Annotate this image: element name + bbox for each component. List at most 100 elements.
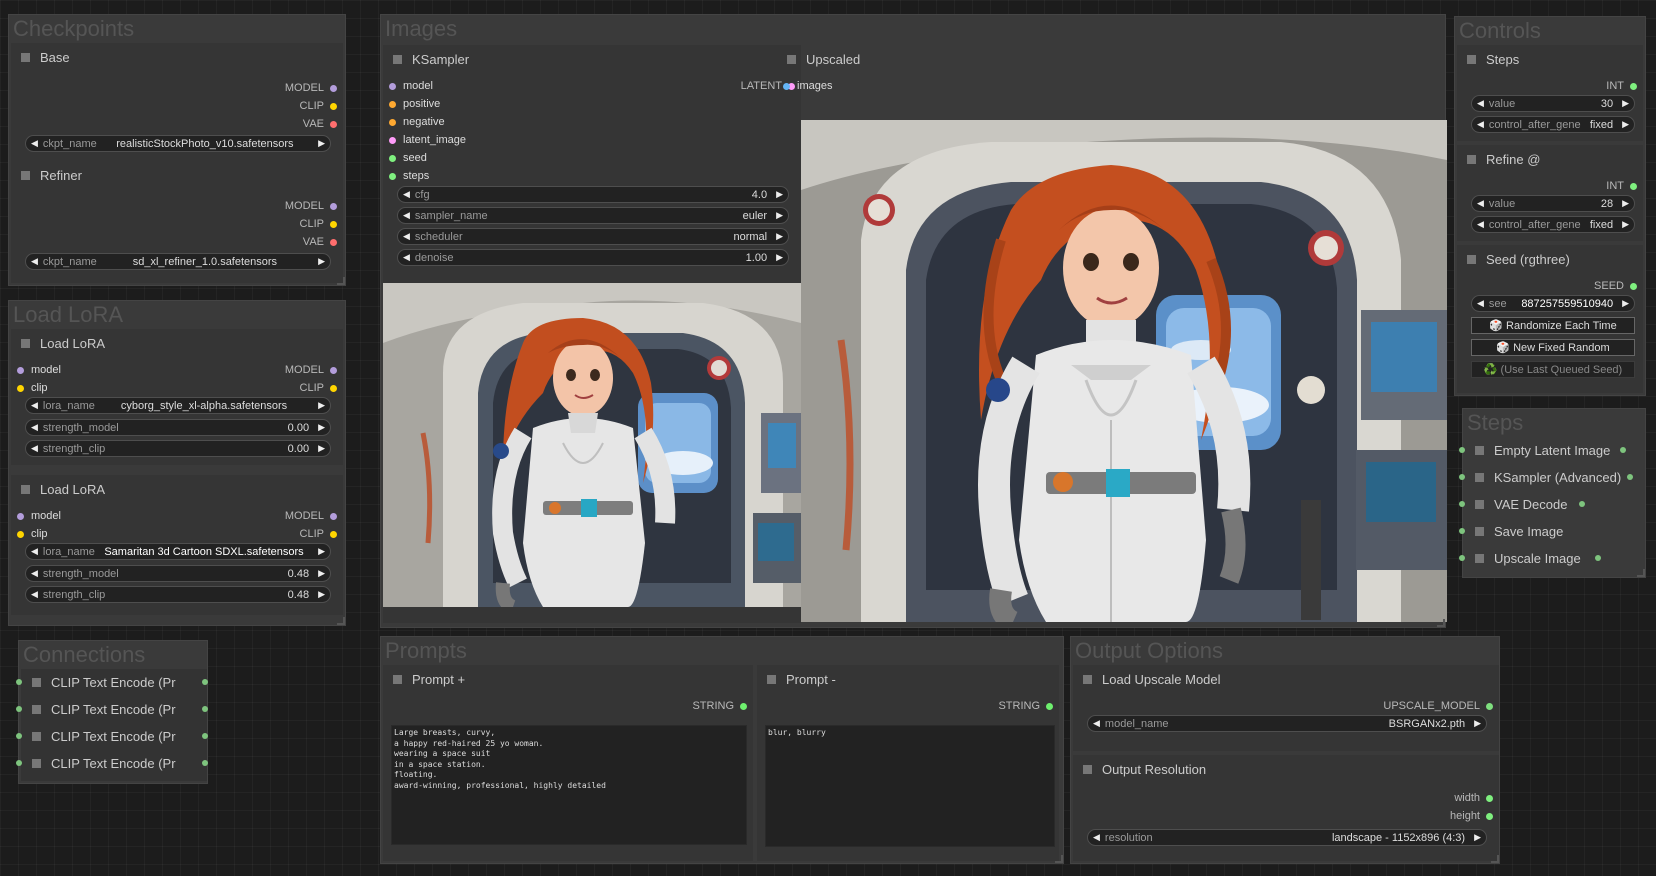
input-slot-dot[interactable] bbox=[17, 384, 24, 392]
ksampler-node[interactable]: KSampler model LATENT positive negative … bbox=[383, 45, 801, 623]
output-slot-dot[interactable] bbox=[330, 120, 337, 128]
output-slot-dot[interactable] bbox=[330, 102, 337, 110]
input-slot-dot[interactable] bbox=[1459, 474, 1465, 480]
group-resize-handle[interactable] bbox=[1055, 855, 1063, 863]
refine-value-number[interactable]: ◀ value 28 ▶ bbox=[1471, 195, 1635, 212]
seed-number[interactable]: ◀ see 887257559510940 ▶ bbox=[1471, 295, 1635, 312]
output-int[interactable]: INT bbox=[1457, 177, 1643, 195]
arrow-left-icon[interactable]: ◀ bbox=[1472, 119, 1489, 130]
input-slot-dot[interactable] bbox=[389, 136, 396, 144]
strength-model-number[interactable]: ◀ strength_model 0.00 ▶ bbox=[25, 419, 331, 436]
node-title[interactable]: Base bbox=[11, 43, 343, 71]
collapsed-node-clip-text-encode[interactable]: CLIP Text Encode (Pr bbox=[16, 750, 208, 776]
arrow-left-icon[interactable]: ◀ bbox=[1472, 298, 1489, 309]
arrow-right-icon[interactable]: ▶ bbox=[1617, 219, 1634, 230]
collapse-toggle[interactable] bbox=[32, 677, 41, 687]
input-slot-dot[interactable] bbox=[16, 760, 22, 766]
arrow-right-icon[interactable]: ▶ bbox=[313, 546, 330, 557]
output-slot-dot[interactable] bbox=[330, 238, 337, 246]
input-slot-dot[interactable] bbox=[1459, 501, 1465, 507]
arrow-left-icon[interactable]: ◀ bbox=[26, 568, 43, 579]
load-lora-node[interactable]: Load LoRA model MODEL clip CLIP ◀ lora_na… bbox=[11, 475, 343, 615]
arrow-left-icon[interactable]: ◀ bbox=[26, 400, 43, 411]
collapsed-node-upscale-image[interactable]: Upscale Image bbox=[1459, 545, 1645, 571]
arrow-right-icon[interactable]: ▶ bbox=[1617, 198, 1634, 209]
group-resize-handle[interactable] bbox=[337, 617, 345, 625]
prompt-positive-textarea[interactable]: Large breasts, curvy, a happy red-haired… bbox=[391, 725, 747, 845]
arrow-left-icon[interactable]: ◀ bbox=[398, 252, 415, 263]
model-name-combo[interactable]: ◀ model_name BSRGANx2.pth ▶ bbox=[1087, 715, 1487, 732]
arrow-left-icon[interactable]: ◀ bbox=[1472, 219, 1489, 230]
arrow-right-icon[interactable]: ▶ bbox=[313, 256, 330, 267]
output-width[interactable]: width bbox=[1073, 789, 1499, 807]
input-images[interactable]: images bbox=[777, 77, 1441, 95]
scheduler-combo[interactable]: ◀ scheduler normal ▶ bbox=[397, 228, 789, 245]
output-slot-dot[interactable] bbox=[202, 733, 208, 739]
collapse-toggle[interactable] bbox=[1475, 472, 1484, 482]
node-title[interactable]: Refine @ bbox=[1457, 145, 1643, 173]
node-title[interactable]: Seed (rgthree) bbox=[1457, 245, 1643, 273]
collapse-toggle[interactable] bbox=[767, 674, 776, 684]
strength-clip-number[interactable]: ◀ strength_clip 0.00 ▶ bbox=[25, 440, 331, 457]
collapsed-node-clip-text-encode[interactable]: CLIP Text Encode (Pr bbox=[16, 723, 208, 749]
collapse-toggle[interactable] bbox=[787, 54, 796, 64]
group-resize-handle[interactable] bbox=[1491, 855, 1499, 863]
collapse-toggle[interactable] bbox=[1083, 764, 1092, 774]
randomize-each-time-button[interactable]: 🎲 Randomize Each Time bbox=[1471, 317, 1635, 334]
output-slot-dot[interactable] bbox=[1627, 474, 1634, 480]
refiner-checkpoint-node[interactable]: Refiner MODEL CLIP VAE ◀ ckpt_name sd_xl_r… bbox=[11, 161, 343, 283]
group-resize-handle[interactable] bbox=[1437, 619, 1445, 627]
output-slot-dot[interactable] bbox=[1630, 182, 1637, 190]
output-int[interactable]: INT bbox=[1457, 77, 1643, 95]
collapse-toggle[interactable] bbox=[1467, 54, 1476, 64]
arrow-left-icon[interactable]: ◀ bbox=[26, 256, 43, 267]
steps-control-after-generate-combo[interactable]: ◀ control_after_gene fixed ▶ bbox=[1471, 116, 1635, 133]
arrow-right-icon[interactable]: ▶ bbox=[313, 138, 330, 149]
output-slot-dot[interactable] bbox=[330, 530, 337, 538]
output-slot-dot[interactable] bbox=[330, 366, 337, 374]
collapse-toggle[interactable] bbox=[1467, 154, 1476, 164]
collapsed-node-vae-decode[interactable]: VAE Decode bbox=[1459, 491, 1645, 517]
arrow-right-icon[interactable]: ▶ bbox=[313, 400, 330, 411]
output-clip[interactable]: CLIP bbox=[11, 97, 343, 115]
output-slot-dot[interactable] bbox=[740, 702, 747, 710]
collapse-toggle[interactable] bbox=[32, 758, 41, 768]
arrow-left-icon[interactable]: ◀ bbox=[1088, 718, 1105, 729]
steps-control-node[interactable]: Steps INT ◀ value 30 ▶ ◀ control_after_gene f… bbox=[1457, 45, 1643, 141]
base-checkpoint-node[interactable]: Base MODEL CLIP VAE ◀ ckpt_name realisticS… bbox=[11, 43, 343, 167]
input-positive[interactable]: positive bbox=[383, 95, 801, 113]
input-slot-dot[interactable] bbox=[1459, 555, 1465, 561]
refine-control-node[interactable]: Refine @ INT ◀ value 28 ▶ ◀ control_after_ge… bbox=[1457, 145, 1643, 241]
output-slot-dot[interactable] bbox=[202, 679, 208, 685]
output-string[interactable]: STRING bbox=[757, 697, 1059, 715]
output-slot-dot[interactable] bbox=[330, 384, 337, 392]
arrow-left-icon[interactable]: ◀ bbox=[398, 231, 415, 242]
arrow-right-icon[interactable]: ▶ bbox=[1469, 718, 1486, 729]
arrow-right-icon[interactable]: ▶ bbox=[1469, 832, 1486, 843]
use-last-queued-seed-button[interactable]: ♻️ (Use Last Queued Seed) bbox=[1471, 361, 1635, 378]
strength-clip-number[interactable]: ◀ strength_clip 0.48 ▶ bbox=[25, 586, 331, 603]
node-title[interactable]: Prompt + bbox=[383, 665, 753, 693]
slot-row-model[interactable]: model MODEL bbox=[11, 507, 343, 525]
arrow-right-icon[interactable]: ▶ bbox=[1617, 119, 1634, 130]
collapse-toggle[interactable] bbox=[21, 52, 30, 62]
seed-node[interactable]: Seed (rgthree) SEED ◀ see 887257559510940 ▶… bbox=[1457, 245, 1643, 393]
output-resolution-node[interactable]: Output Resolution width height ◀ resoluti… bbox=[1073, 755, 1499, 861]
input-slot-dot[interactable] bbox=[389, 154, 396, 162]
output-model[interactable]: MODEL bbox=[11, 79, 343, 97]
collapsed-node-clip-text-encode[interactable]: CLIP Text Encode (Pr bbox=[16, 696, 208, 722]
collapse-toggle[interactable] bbox=[21, 338, 30, 348]
input-negative[interactable]: negative bbox=[383, 113, 801, 131]
output-slot-dot[interactable] bbox=[330, 202, 337, 210]
output-model[interactable]: MODEL bbox=[11, 197, 343, 215]
output-string[interactable]: STRING bbox=[383, 697, 753, 715]
collapse-toggle[interactable] bbox=[1475, 553, 1484, 563]
arrow-right-icon[interactable]: ▶ bbox=[313, 568, 330, 579]
ckpt-name-combo[interactable]: ◀ ckpt_name sd_xl_refiner_1.0.safetensors ▶ bbox=[25, 253, 331, 270]
input-slot-dot[interactable] bbox=[17, 530, 24, 538]
ckpt-name-combo[interactable]: ◀ ckpt_name realisticStockPhoto_v10.safete… bbox=[25, 135, 331, 152]
input-latent-image[interactable]: latent_image bbox=[383, 131, 801, 149]
arrow-left-icon[interactable]: ◀ bbox=[398, 210, 415, 221]
prompt-positive-node[interactable]: Prompt + STRING Large breasts, curvy, a … bbox=[383, 665, 753, 861]
upscaled-node[interactable]: Upscaled images bbox=[777, 45, 1447, 623]
